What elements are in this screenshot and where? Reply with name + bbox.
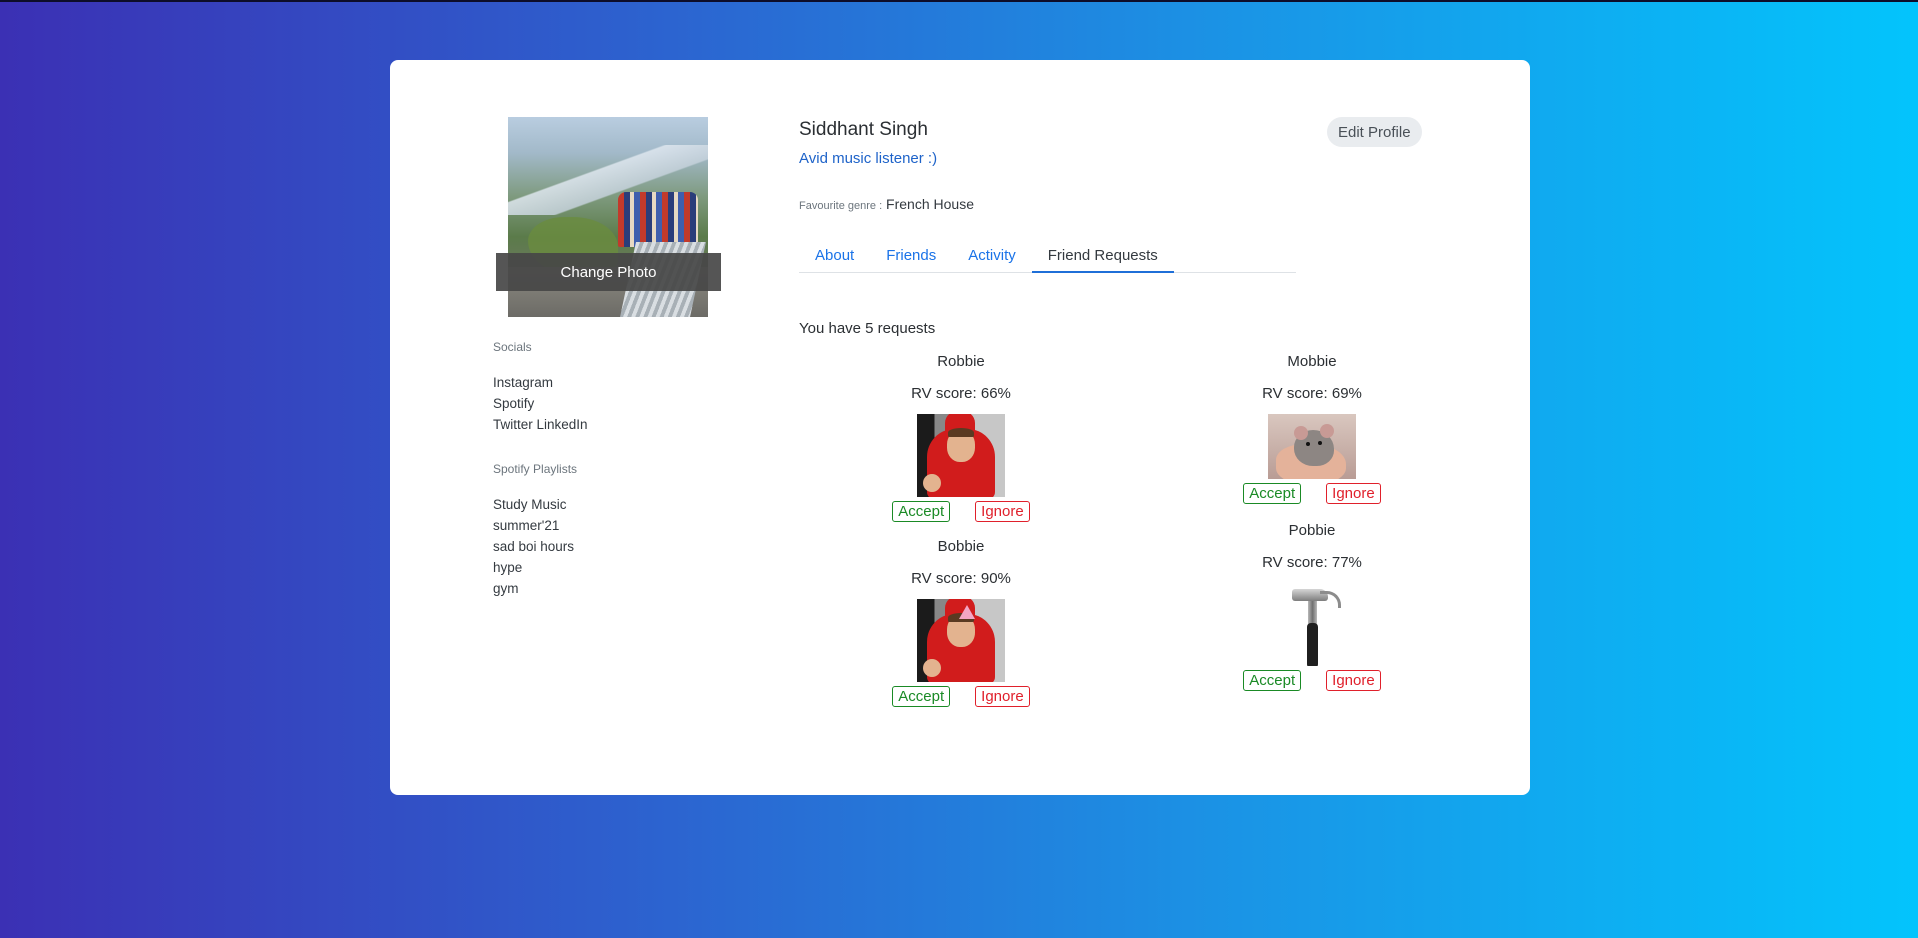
playlists-heading: Spotify Playlists (493, 462, 578, 476)
requester-avatar (917, 599, 1005, 682)
tab-friend-requests[interactable]: Friend Requests (1031, 240, 1174, 273)
friend-request-card: Pobbie RV score: 77% Accept Ignore (1202, 521, 1422, 691)
top-edge-line (0, 0, 1918, 2)
tab-about[interactable]: About (799, 240, 870, 272)
socials-list: Instagram Spotify Twitter LinkedIn (493, 372, 588, 435)
social-link-instagram[interactable]: Instagram (493, 372, 588, 393)
change-photo-button[interactable]: Change Photo (496, 253, 721, 291)
requester-avatar (1268, 414, 1356, 479)
social-link-spotify[interactable]: Spotify (493, 393, 588, 414)
rv-score: RV score: 66% (911, 385, 1011, 402)
friend-request-card: Bobbie RV score: 90% Accept Ignore (851, 537, 1071, 707)
ignore-button[interactable]: Ignore (1326, 483, 1381, 504)
requester-name: Mobbie (1287, 353, 1337, 370)
playlist-item[interactable]: gym (493, 578, 574, 599)
requester-name: Pobbie (1288, 522, 1336, 539)
profile-tagline: Avid music listener :) (799, 150, 938, 167)
accept-button[interactable]: Accept (892, 501, 951, 522)
social-link-twitter-linkedin[interactable]: Twitter LinkedIn (493, 414, 588, 435)
tab-friends[interactable]: Friends (870, 240, 952, 272)
accept-button[interactable]: Accept (892, 686, 951, 707)
favourite-genre: Favourite genre : French House (799, 196, 974, 212)
ignore-button[interactable]: Ignore (1326, 670, 1381, 691)
rv-score: RV score: 77% (1262, 554, 1362, 571)
favourite-genre-value: French House (886, 196, 974, 212)
profile-card: Change Photo Socials Instagram Spotify T… (390, 60, 1530, 795)
friend-request-card: Robbie RV score: 66% Accept Ignore (851, 352, 1071, 522)
friend-request-card: Mobbie RV score: 69% Accept Ignore (1202, 352, 1422, 504)
edit-profile-button[interactable]: Edit Profile (1327, 117, 1422, 147)
rv-score: RV score: 69% (1262, 385, 1362, 402)
accept-button[interactable]: Accept (1243, 670, 1302, 691)
playlist-item[interactable]: hype (493, 557, 574, 578)
requester-avatar (917, 414, 1005, 497)
playlists-list: Study Music summer'21 sad boi hours hype… (493, 494, 574, 599)
tab-activity[interactable]: Activity (952, 240, 1032, 272)
profile-name: Siddhant Singh (799, 119, 928, 140)
requester-name: Robbie (937, 353, 985, 370)
socials-heading: Socials (493, 340, 532, 354)
accept-button[interactable]: Accept (1243, 483, 1302, 504)
playlist-item[interactable]: Study Music (493, 494, 574, 515)
requester-name: Bobbie (937, 538, 985, 555)
playlist-item[interactable]: summer'21 (493, 515, 574, 536)
profile-tabs: About Friends Activity Friend Requests (799, 240, 1296, 273)
hammer-icon (1268, 583, 1356, 666)
rv-score: RV score: 90% (911, 570, 1011, 587)
request-count: You have 5 requests (799, 320, 936, 337)
favourite-genre-label: Favourite genre : (799, 200, 883, 212)
ignore-button[interactable]: Ignore (975, 686, 1030, 707)
ignore-button[interactable]: Ignore (975, 501, 1030, 522)
playlist-item[interactable]: sad boi hours (493, 536, 574, 557)
